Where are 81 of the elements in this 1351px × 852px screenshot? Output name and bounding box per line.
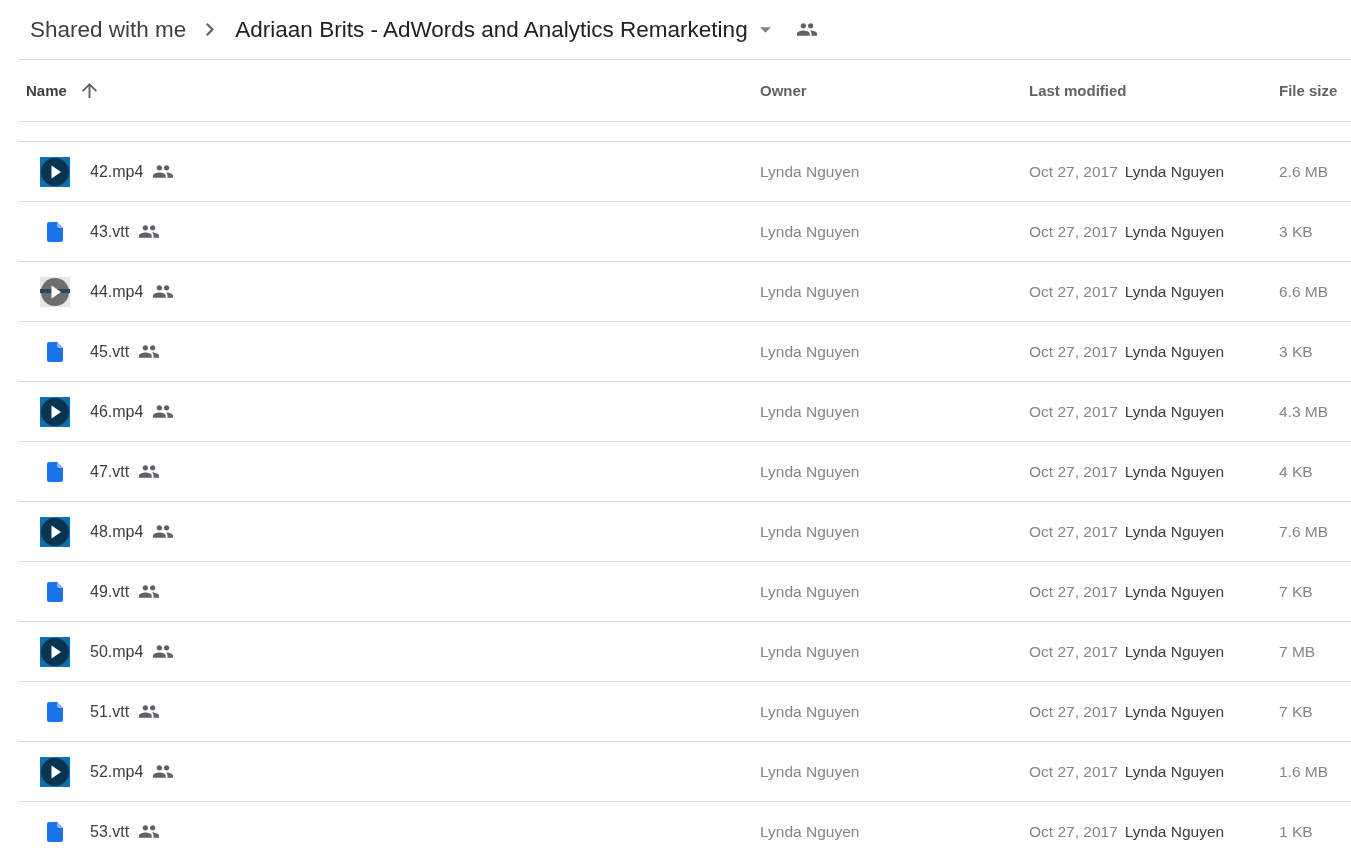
file-size: 4 KB (1279, 462, 1313, 480)
file-size: 7 KB (1279, 582, 1313, 600)
column-header[interactable]: File size (1279, 82, 1338, 99)
modified-date: Oct 27, 2017 (1029, 222, 1118, 241)
modified-date: Oct 27, 2017 (1029, 462, 1118, 481)
file-size: 1.6 MB (1279, 762, 1329, 780)
modified-date: Oct 27, 2017 (1029, 282, 1118, 301)
file-name[interactable]: 47.vtt (90, 462, 130, 481)
owner-name: Lynda Nguyen (760, 462, 860, 480)
document-icon (47, 461, 63, 482)
owner-name: Lynda Nguyen (760, 282, 860, 300)
modified-by: Lynda Nguyen (1124, 162, 1225, 181)
caret-icon[interactable] (759, 26, 771, 33)
modified-by: Lynda Nguyen (1124, 402, 1225, 421)
owner-name: Lynda Nguyen (760, 162, 860, 180)
modified-date: Oct 27, 2017 (1029, 642, 1118, 661)
file-size: 7 MB (1279, 642, 1316, 660)
owner-name: Lynda Nguyen (760, 342, 860, 360)
file-name[interactable]: 48.mp4 (90, 522, 144, 541)
modified-date: Oct 27, 2017 (1029, 402, 1118, 421)
owner-name: Lynda Nguyen (760, 222, 860, 240)
modified-date: Oct 27, 2017 (1029, 822, 1118, 841)
modified-by: Lynda Nguyen (1124, 582, 1225, 601)
owner-name: Lynda Nguyen (760, 822, 860, 840)
play-icon (40, 636, 70, 667)
modified-date: Oct 27, 2017 (1029, 702, 1118, 721)
owner-name: Lynda Nguyen (760, 702, 860, 720)
file-size: 1 KB (1279, 822, 1313, 840)
modified-by: Lynda Nguyen (1124, 462, 1225, 481)
play-icon (40, 156, 70, 187)
document-icon (47, 821, 63, 842)
file-size: 3 KB (1279, 222, 1313, 240)
chevron-right-icon (206, 23, 215, 36)
modified-by: Lynda Nguyen (1124, 282, 1225, 301)
owner-name: Lynda Nguyen (760, 642, 860, 660)
modified-by: Lynda Nguyen (1124, 822, 1225, 841)
file-name[interactable]: 53.vtt (90, 822, 130, 841)
play-icon (40, 276, 70, 307)
column-header[interactable]: Owner (760, 82, 807, 99)
document-icon (47, 701, 63, 722)
modified-by: Lynda Nguyen (1124, 342, 1225, 361)
owner-name: Lynda Nguyen (760, 522, 860, 540)
file-name[interactable]: 43.vtt (90, 222, 130, 241)
play-icon (40, 756, 70, 787)
file-size: 7 KB (1279, 702, 1313, 720)
owner-name: Lynda Nguyen (760, 762, 860, 780)
modified-date: Oct 27, 2017 (1029, 342, 1118, 361)
file-name[interactable]: 49.vtt (90, 582, 130, 601)
modified-date: Oct 27, 2017 (1029, 522, 1118, 541)
play-icon (40, 396, 70, 427)
arrow-up-icon[interactable] (81, 83, 97, 98)
file-name[interactable]: 42.mp4 (90, 162, 144, 181)
folder-title[interactable]: Adriaan Brits - AdWords and Analytics Remarketing (235, 15, 748, 44)
modified-by: Lynda Nguyen (1124, 222, 1225, 241)
file-size: 7.6 MB (1279, 522, 1329, 540)
file-name[interactable]: 51.vtt (90, 702, 130, 721)
file-name[interactable]: 44.mp4 (90, 282, 144, 301)
file-name[interactable]: 52.mp4 (90, 762, 144, 781)
modified-by: Lynda Nguyen (1124, 642, 1225, 661)
file-name[interactable]: 46.mp4 (90, 402, 144, 421)
file-name[interactable]: 45.vtt (90, 342, 130, 361)
modified-by: Lynda Nguyen (1124, 762, 1225, 781)
modified-date: Oct 27, 2017 (1029, 162, 1118, 181)
owner-name: Lynda Nguyen (760, 582, 860, 600)
play-icon (40, 516, 70, 547)
file-size: 3 KB (1279, 342, 1313, 360)
owner-name: Lynda Nguyen (760, 402, 860, 420)
breadcrumb-link[interactable]: Shared with me (30, 15, 187, 44)
file-size: 2.6 MB (1279, 162, 1329, 180)
file-size: 4.3 MB (1279, 402, 1329, 420)
column-header[interactable]: Last modified (1029, 82, 1127, 99)
modified-date: Oct 27, 2017 (1029, 762, 1118, 781)
document-icon (47, 341, 63, 362)
file-size: 6.6 MB (1279, 282, 1329, 300)
file-name[interactable]: 50.mp4 (90, 642, 144, 661)
document-icon (47, 221, 63, 242)
modified-by: Lynda Nguyen (1124, 522, 1225, 541)
column-header[interactable]: Name (26, 82, 67, 99)
modified-by: Lynda Nguyen (1124, 702, 1225, 721)
modified-date: Oct 27, 2017 (1029, 582, 1118, 601)
document-icon (47, 581, 63, 602)
